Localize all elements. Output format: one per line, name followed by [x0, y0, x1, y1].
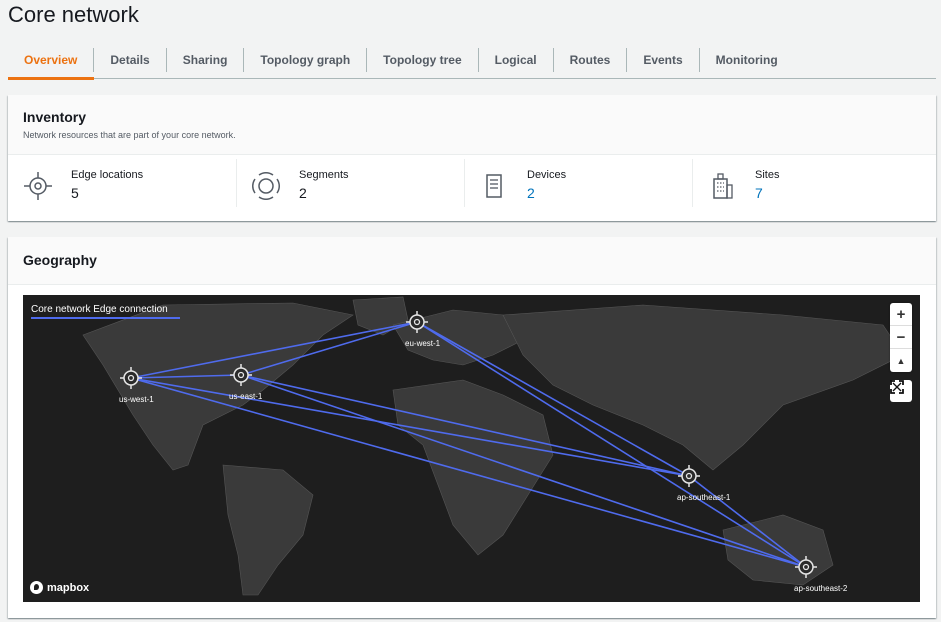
tab-routes[interactable]: Routes [554, 42, 628, 78]
inventory-title: Inventory [23, 109, 87, 125]
fullscreen-button[interactable] [890, 380, 912, 402]
tab-topology-tree[interactable]: Topology tree [367, 42, 479, 78]
mapbox-logo[interactable]: mapbox [30, 581, 89, 594]
inventory-stats: Edge locations 5 Segments 2 Devices 2 Si… [8, 155, 936, 215]
tab-label: Details [94, 48, 167, 72]
inventory-panel: Inventory Network resources that are par… [8, 95, 936, 221]
tab-label: Logical [479, 48, 554, 72]
edge-location-icon [24, 172, 52, 200]
zoom-out-button[interactable]: − [890, 326, 912, 349]
edge-node-ap-southeast-1[interactable]: ap-southeast-1 [677, 465, 731, 502]
tab-details[interactable]: Details [94, 42, 167, 78]
legend-label: Core network Edge connection [31, 304, 168, 315]
north-america [82, 302, 354, 471]
map-canvas: us-west-1 us-east-1 eu-west-1 ap-southeast-… [82, 296, 904, 596]
tab-label: Topology tree [367, 48, 479, 72]
tab-sharing[interactable]: Sharing [167, 42, 245, 78]
tab-label: Monitoring [715, 53, 778, 67]
map-legend: Core network Edge connection [31, 304, 180, 319]
inventory-description: Network resources that are part of your … [23, 130, 236, 140]
stat-devices: Devices 2 [464, 155, 692, 215]
tab-logical[interactable]: Logical [479, 42, 554, 78]
zoom-in-button[interactable]: + [890, 303, 912, 326]
edge-node-label: us-west-1 [119, 395, 154, 404]
stat-sites: Sites 7 [692, 155, 920, 215]
edge-node-label: us-east-1 [229, 392, 263, 401]
tab-bar: Overview Details Sharing Topology graph … [8, 42, 936, 80]
tab-label: Routes [554, 48, 628, 72]
compass-button[interactable]: ▲ [890, 349, 912, 372]
tab-label: Events [627, 48, 700, 72]
legend-swatch [31, 317, 180, 319]
tab-events[interactable]: Events [627, 42, 700, 78]
tab-label: Overview [8, 48, 95, 72]
mapbox-label: mapbox [47, 581, 90, 594]
asia [502, 304, 904, 471]
inventory-header: Inventory Network resources that are par… [8, 95, 936, 155]
stat-label: Sites [755, 169, 780, 181]
tab-overview[interactable]: Overview [8, 42, 95, 80]
edge-node-label: ap-southeast-1 [677, 493, 731, 502]
fullscreen-icon [890, 380, 904, 394]
segments-icon [252, 172, 280, 200]
edge-node-label: eu-west-1 [405, 339, 441, 348]
tab-monitoring[interactable]: Monitoring [700, 42, 794, 78]
devices-icon [486, 174, 502, 198]
stat-segments: Segments 2 [236, 155, 464, 215]
sites-count-link[interactable]: 7 [755, 185, 763, 201]
stat-label: Segments [299, 169, 349, 181]
edge-location-icon [678, 465, 700, 487]
tab-label: Sharing [167, 48, 245, 72]
geography-panel: Geography us-west-1 us-east-1 eu-west-1 ap-… [8, 237, 936, 618]
south-america [222, 464, 314, 596]
tab-label: Topology graph [244, 48, 368, 72]
mapbox-icon [30, 581, 43, 594]
stat-value: 5 [71, 185, 79, 201]
zoom-controls: + − ▲ [890, 303, 912, 372]
stat-label: Edge locations [71, 169, 144, 181]
stat-edge-locations: Edge locations 5 [8, 155, 236, 215]
africa [392, 379, 554, 556]
devices-count-link[interactable]: 2 [527, 185, 535, 201]
geography-title: Geography [23, 252, 97, 268]
geography-header: Geography [8, 237, 936, 285]
stat-label: Devices [527, 169, 567, 181]
stat-value: 2 [299, 185, 307, 201]
tab-topology-graph[interactable]: Topology graph [244, 42, 368, 78]
sites-icon [713, 173, 733, 199]
page-title: Core network [8, 2, 139, 27]
edge-node-label: ap-southeast-2 [794, 584, 848, 593]
world-map[interactable]: us-west-1 us-east-1 eu-west-1 ap-southeast-… [23, 295, 920, 602]
